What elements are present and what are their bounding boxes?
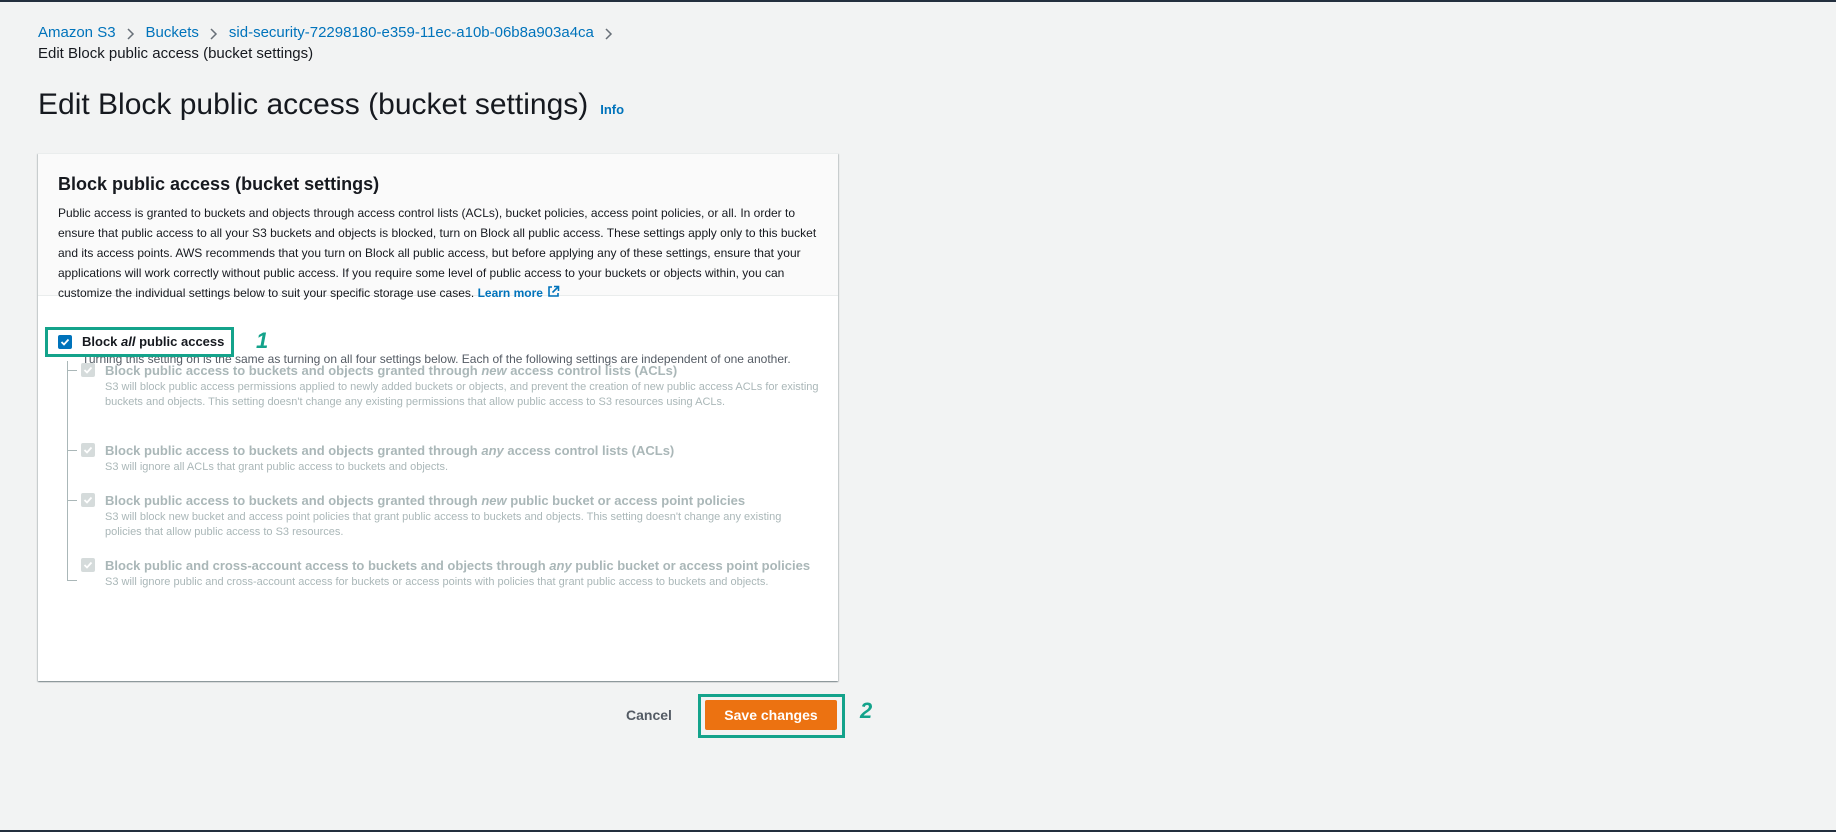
tree-branch (67, 580, 77, 581)
option-new-policies-checkbox[interactable] (81, 493, 95, 507)
option-new-policies: Block public access to buckets and objec… (81, 491, 821, 540)
chevron-right-icon (116, 25, 146, 41)
tree-branch (67, 370, 77, 371)
save-changes-button[interactable]: Save changes (705, 700, 837, 730)
checkmark-icon (83, 561, 93, 569)
option-new-acls-checkbox[interactable] (81, 363, 95, 377)
option-new-acls-title: Block public access to buckets and objec… (105, 363, 678, 378)
learn-more-link[interactable]: Learn more (477, 285, 560, 300)
option-any-acls-checkbox[interactable] (81, 443, 95, 457)
cancel-button[interactable]: Cancel (626, 707, 672, 723)
tree-branch (67, 450, 77, 451)
external-link-icon (547, 284, 560, 304)
panel-description: Public access is granted to buckets and … (58, 203, 818, 304)
panel-title: Block public access (bucket settings) (58, 174, 380, 194)
panel-header: Block public access (bucket settings) Pu… (38, 154, 838, 300)
checkmark-icon (83, 446, 93, 454)
step-marker-2: 2 (860, 698, 873, 723)
tree-connector (67, 361, 68, 580)
option-any-acls: Block public access to buckets and objec… (81, 441, 821, 475)
page-header: Edit Block public access (bucket setting… (38, 88, 624, 122)
option-new-acls-description: S3 will block public access permissions … (105, 381, 819, 408)
chevron-right-icon (199, 25, 229, 41)
tree-branch (67, 500, 77, 501)
learn-more-label: Learn more (477, 286, 543, 300)
option-any-acls-description: S3 will ignore all ACLs that grant publi… (105, 461, 449, 473)
breadcrumb: Amazon S3 Buckets sid-security-72298180-… (38, 24, 624, 41)
option-any-policies-description: S3 will ignore public and cross-account … (105, 576, 769, 588)
panel-description-text: Public access is granted to buckets and … (58, 206, 817, 300)
checkmark-icon (83, 496, 93, 504)
breadcrumb-bucket-name[interactable]: sid-security-72298180-e359-11ec-a10b-06b… (229, 24, 594, 41)
option-new-policies-description: S3 will block new bucket and access poin… (105, 511, 782, 538)
block-public-access-panel: Block public access (bucket settings) Pu… (38, 153, 838, 681)
option-any-acls-title: Block public access to buckets and objec… (105, 443, 675, 458)
breadcrumb-buckets[interactable]: Buckets (146, 24, 199, 41)
breadcrumb-current: Edit Block public access (bucket setting… (38, 45, 314, 62)
option-new-acls: Block public access to buckets and objec… (81, 361, 821, 410)
highlight-box-1 (45, 327, 234, 357)
option-any-policies-checkbox[interactable] (81, 558, 95, 572)
breadcrumb-amazon-s3[interactable]: Amazon S3 (38, 24, 116, 41)
option-new-policies-title: Block public access to buckets and objec… (105, 493, 746, 508)
info-link[interactable]: Info (600, 102, 624, 117)
step-marker-1: 1 (256, 328, 269, 353)
top-border (0, 0, 1836, 2)
chevron-right-icon (594, 25, 624, 41)
page-title: Edit Block public access (bucket setting… (38, 88, 589, 121)
checkmark-icon (83, 366, 93, 374)
option-any-policies-title: Block public and cross-account access to… (105, 558, 811, 573)
option-any-policies: Block public and cross-account access to… (81, 556, 821, 590)
